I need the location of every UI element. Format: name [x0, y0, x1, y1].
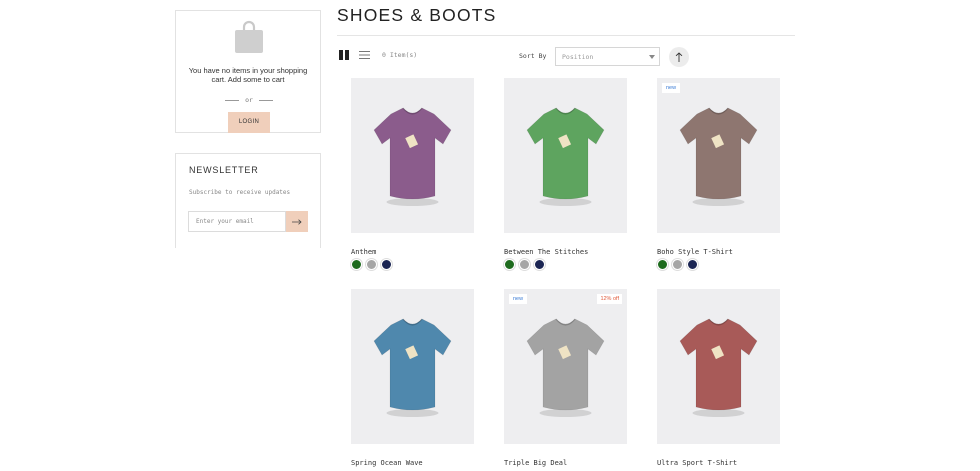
- product-image[interactable]: [657, 289, 780, 444]
- product-image[interactable]: [504, 78, 627, 233]
- or-label: or: [245, 96, 253, 104]
- product-image[interactable]: [351, 78, 474, 233]
- color-swatches: [657, 259, 698, 270]
- color-swatch[interactable]: [687, 259, 698, 270]
- tshirt-image: [679, 318, 758, 417]
- new-badge: new: [662, 83, 681, 93]
- color-swatch[interactable]: [657, 259, 668, 270]
- product-name[interactable]: Triple Big Deal: [504, 459, 567, 467]
- chevron-down-icon: [649, 55, 655, 59]
- color-swatches: [351, 259, 392, 270]
- color-swatch[interactable]: [351, 259, 362, 270]
- product-image[interactable]: new: [657, 78, 780, 233]
- shopping-bag-icon: [235, 20, 263, 53]
- newsletter-title: NEWSLETTER: [189, 165, 259, 175]
- product-name[interactable]: Boho Style T-Shirt: [657, 248, 733, 256]
- newsletter-block: NEWSLETTER Subscribe to receive updates: [175, 153, 321, 248]
- sort-select[interactable]: Position: [555, 47, 660, 66]
- newsletter-submit-button[interactable]: [286, 211, 308, 232]
- product-name[interactable]: Spring Ocean Wave: [351, 459, 423, 467]
- product-name[interactable]: Ultra Sport T-Shirt: [657, 459, 737, 467]
- color-swatch[interactable]: [381, 259, 392, 270]
- item-count: 0 Item(s): [382, 51, 418, 59]
- tshirt-image: [373, 107, 452, 206]
- sort-select-value: Position: [562, 53, 594, 61]
- tshirt-image: [526, 107, 605, 206]
- color-swatch[interactable]: [504, 259, 515, 270]
- empty-cart-message: You have no items in your shopping cart.…: [188, 66, 308, 84]
- grid-view-icon[interactable]: [339, 50, 349, 60]
- tshirt-image: [526, 318, 605, 417]
- newsletter-email-input[interactable]: [188, 211, 286, 232]
- arrow-right-icon: [292, 218, 302, 225]
- newsletter-subtitle: Subscribe to receive updates: [189, 189, 291, 196]
- login-button[interactable]: LOGIN: [228, 112, 270, 133]
- color-swatch[interactable]: [672, 259, 683, 270]
- discount-badge: 12% off: [597, 294, 622, 304]
- page-title: SHOES & BOOTS: [337, 5, 497, 25]
- or-separator: or: [224, 96, 274, 104]
- list-view-icon[interactable]: [359, 50, 370, 60]
- product-image[interactable]: new 12% off: [504, 289, 627, 444]
- color-swatch[interactable]: [534, 259, 545, 270]
- title-divider: [337, 35, 795, 36]
- sort-direction-button[interactable]: [669, 47, 689, 67]
- product-name[interactable]: Anthem: [351, 248, 376, 256]
- sort-by-label: Sort By: [519, 52, 547, 60]
- tshirt-image: [373, 318, 452, 417]
- new-badge: new: [509, 294, 528, 304]
- product-image[interactable]: [351, 289, 474, 444]
- color-swatches: [504, 259, 545, 270]
- arrow-up-icon: [675, 52, 683, 62]
- color-swatch[interactable]: [366, 259, 377, 270]
- product-name[interactable]: Between The Stitches: [504, 248, 588, 256]
- mini-cart: You have no items in your shopping cart.…: [175, 10, 321, 133]
- tshirt-image: [679, 107, 758, 206]
- color-swatch[interactable]: [519, 259, 530, 270]
